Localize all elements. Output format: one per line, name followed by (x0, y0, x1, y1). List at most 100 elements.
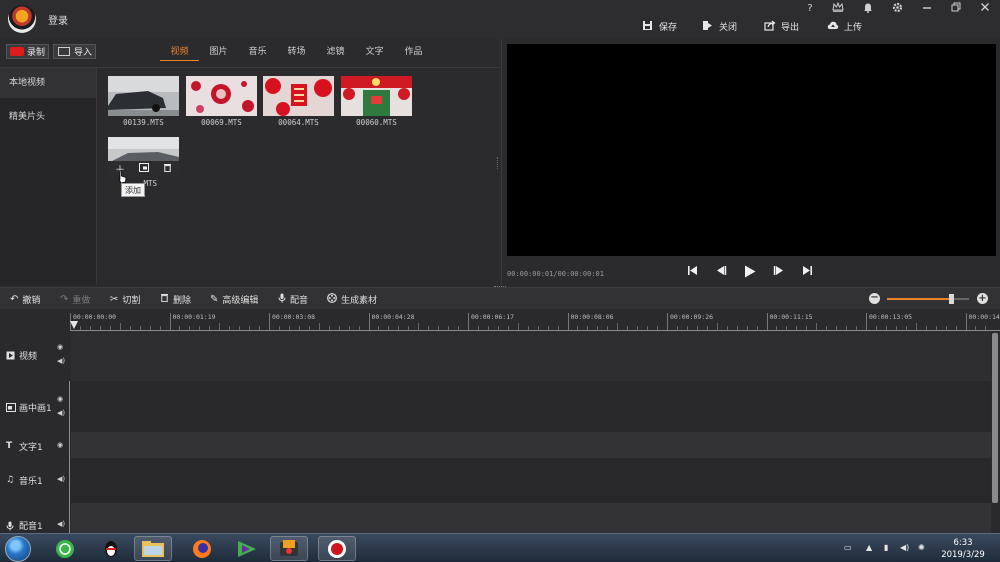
record-button[interactable]: 录制 (6, 44, 49, 59)
start-button[interactable] (5, 536, 31, 562)
tab-music[interactable]: 音乐 (238, 45, 277, 61)
dub-track-lane[interactable] (71, 503, 991, 533)
ruler-tick (567, 313, 569, 330)
taskbar-app-qq[interactable] (92, 536, 130, 561)
volume-icon[interactable]: ◀) (57, 409, 65, 417)
undo-label: 撤销 (22, 295, 41, 306)
scrollbar-thumb[interactable] (992, 333, 998, 503)
upload-button[interactable]: 上传 (827, 18, 862, 34)
trash-icon[interactable] (163, 163, 172, 175)
close-window-icon[interactable] (977, 2, 993, 16)
tab-image[interactable]: 图片 (199, 45, 238, 61)
ruler-minor-tick (706, 326, 708, 330)
ruler-minor-tick (696, 326, 698, 330)
timeline-ruler[interactable]: 00:00:00:00 00:00:01:19 00:00:03:08 00:00:0… (70, 309, 1000, 331)
gear-icon[interactable] (889, 2, 905, 16)
restore-icon[interactable] (948, 2, 964, 16)
text-track-lane[interactable] (71, 432, 991, 458)
next-frame-icon[interactable] (771, 265, 785, 279)
taskbar-app-360[interactable] (46, 536, 84, 561)
bell-icon[interactable] (860, 2, 876, 16)
clock-time: 6:33 (953, 538, 973, 548)
zoom-slider[interactable] (887, 294, 969, 304)
zoom-in-button[interactable]: + (977, 293, 988, 304)
network-icon[interactable]: ✺ (918, 543, 925, 552)
taskbar-app-video-editor[interactable] (270, 536, 308, 561)
music-track-lane[interactable] (71, 458, 991, 503)
taskbar-app-player[interactable] (228, 536, 266, 561)
import-button[interactable]: 导入 (53, 44, 96, 59)
taskbar-app-recorder[interactable] (318, 536, 356, 561)
tab-transition[interactable]: 转场 (277, 45, 316, 61)
clock-date: 2019/3/29 (941, 550, 985, 560)
timeline-scrollbar[interactable] (991, 331, 1000, 533)
microphone-icon (6, 521, 16, 531)
thumbnail-label: 00060.MTS (356, 118, 397, 127)
media-thumbnail[interactable] (186, 76, 257, 116)
windows-taskbar: ▭ ▲ ▮ ◀) ✺ 6:33 2019/3/29 (0, 533, 1000, 562)
generate-material-button[interactable]: 生成素材 (327, 292, 377, 306)
login-link[interactable]: 登录 (48, 12, 68, 27)
tab-video[interactable]: 视频 (160, 45, 199, 61)
play-icon[interactable] (743, 265, 757, 279)
crown-icon[interactable] (830, 1, 846, 16)
preview-screen (507, 44, 996, 256)
pip-add-icon[interactable] (139, 162, 149, 175)
firefox-icon (193, 539, 211, 558)
system-clock[interactable]: 6:33 2019/3/29 (935, 537, 991, 561)
advanced-edit-button[interactable]: ✎ 高级编辑 (210, 293, 258, 306)
volume-icon[interactable]: ◀) (57, 357, 65, 365)
tab-filter[interactable]: 滤镜 (316, 45, 355, 61)
undo-button[interactable]: ↶ 撤销 (10, 293, 41, 306)
speaker-icon[interactable]: ◀) (900, 543, 909, 552)
film-reel-icon (327, 292, 337, 306)
sidebar-item-local-video[interactable]: 本地视频 (0, 68, 96, 98)
pip-track-lane[interactable] (71, 381, 991, 432)
ruler-minor-tick (348, 326, 350, 330)
taskbar-app-explorer[interactable] (134, 536, 172, 561)
dub-button[interactable]: 配音 (278, 293, 308, 306)
help-button[interactable]: ? (802, 2, 818, 16)
zoom-out-button[interactable]: − (869, 293, 880, 304)
keyboard-icon[interactable]: ▭ (844, 543, 852, 552)
preview-timecode: 00:00:00:01/00:00:00:01 (507, 270, 604, 278)
tray-expand-icon[interactable]: ▲ (866, 543, 872, 552)
save-button[interactable]: 保存 (642, 18, 677, 34)
export-button[interactable]: 导出 (764, 18, 799, 34)
zoom-slider-handle[interactable] (948, 294, 954, 304)
tab-text[interactable]: 文字 (355, 45, 394, 61)
ruler-minor-tick (547, 326, 549, 330)
volume-icon[interactable]: ◀) (57, 520, 65, 528)
taskbar-app-firefox[interactable] (183, 536, 221, 561)
sidebar-item-intro-templates[interactable]: 精美片头 (0, 102, 96, 132)
redo-button[interactable]: ↷ 重做 (60, 293, 90, 306)
horizontal-splitter[interactable] (494, 286, 506, 288)
ruler-minor-tick (945, 326, 947, 330)
panel-splitter[interactable] (497, 157, 500, 169)
cut-button[interactable]: ✂ 切割 (110, 293, 140, 306)
save-label: 保存 (659, 22, 678, 33)
media-thumbnail[interactable] (341, 76, 412, 116)
eye-icon[interactable]: ◉ (57, 441, 63, 449)
eye-icon[interactable]: ◉ (57, 343, 63, 351)
media-thumbnail[interactable] (263, 76, 334, 116)
playhead-marker[interactable] (70, 321, 78, 329)
skip-start-icon[interactable] (685, 265, 699, 279)
skip-end-icon[interactable] (800, 265, 814, 279)
ruler-minor-tick (816, 323, 818, 330)
prev-frame-icon[interactable] (714, 265, 728, 279)
volume-icon[interactable]: ◀) (57, 475, 65, 483)
track-header-pip: 画中画1 ◉ ◀) (0, 381, 70, 432)
ruler-minor-tick (975, 326, 977, 330)
minimize-icon[interactable] (919, 2, 935, 16)
cloud-upload-icon (827, 20, 839, 32)
media-thumbnail[interactable] (108, 76, 179, 116)
battery-icon[interactable]: ▮ (884, 543, 888, 552)
video-track-lane[interactable] (71, 331, 991, 381)
eye-icon[interactable]: ◉ (57, 395, 63, 403)
track-headers: 视频 ◉ ◀) 画中画1 ◉ ◀) T 文字1 ◉ ♫ 音乐1 ◀) 配音1 ◀… (0, 331, 70, 533)
delete-button[interactable]: 删除 (160, 293, 191, 306)
tab-works[interactable]: 作品 (394, 45, 433, 61)
ruler-minor-tick (179, 326, 181, 330)
close-project-button[interactable]: 关闭 (702, 18, 737, 34)
